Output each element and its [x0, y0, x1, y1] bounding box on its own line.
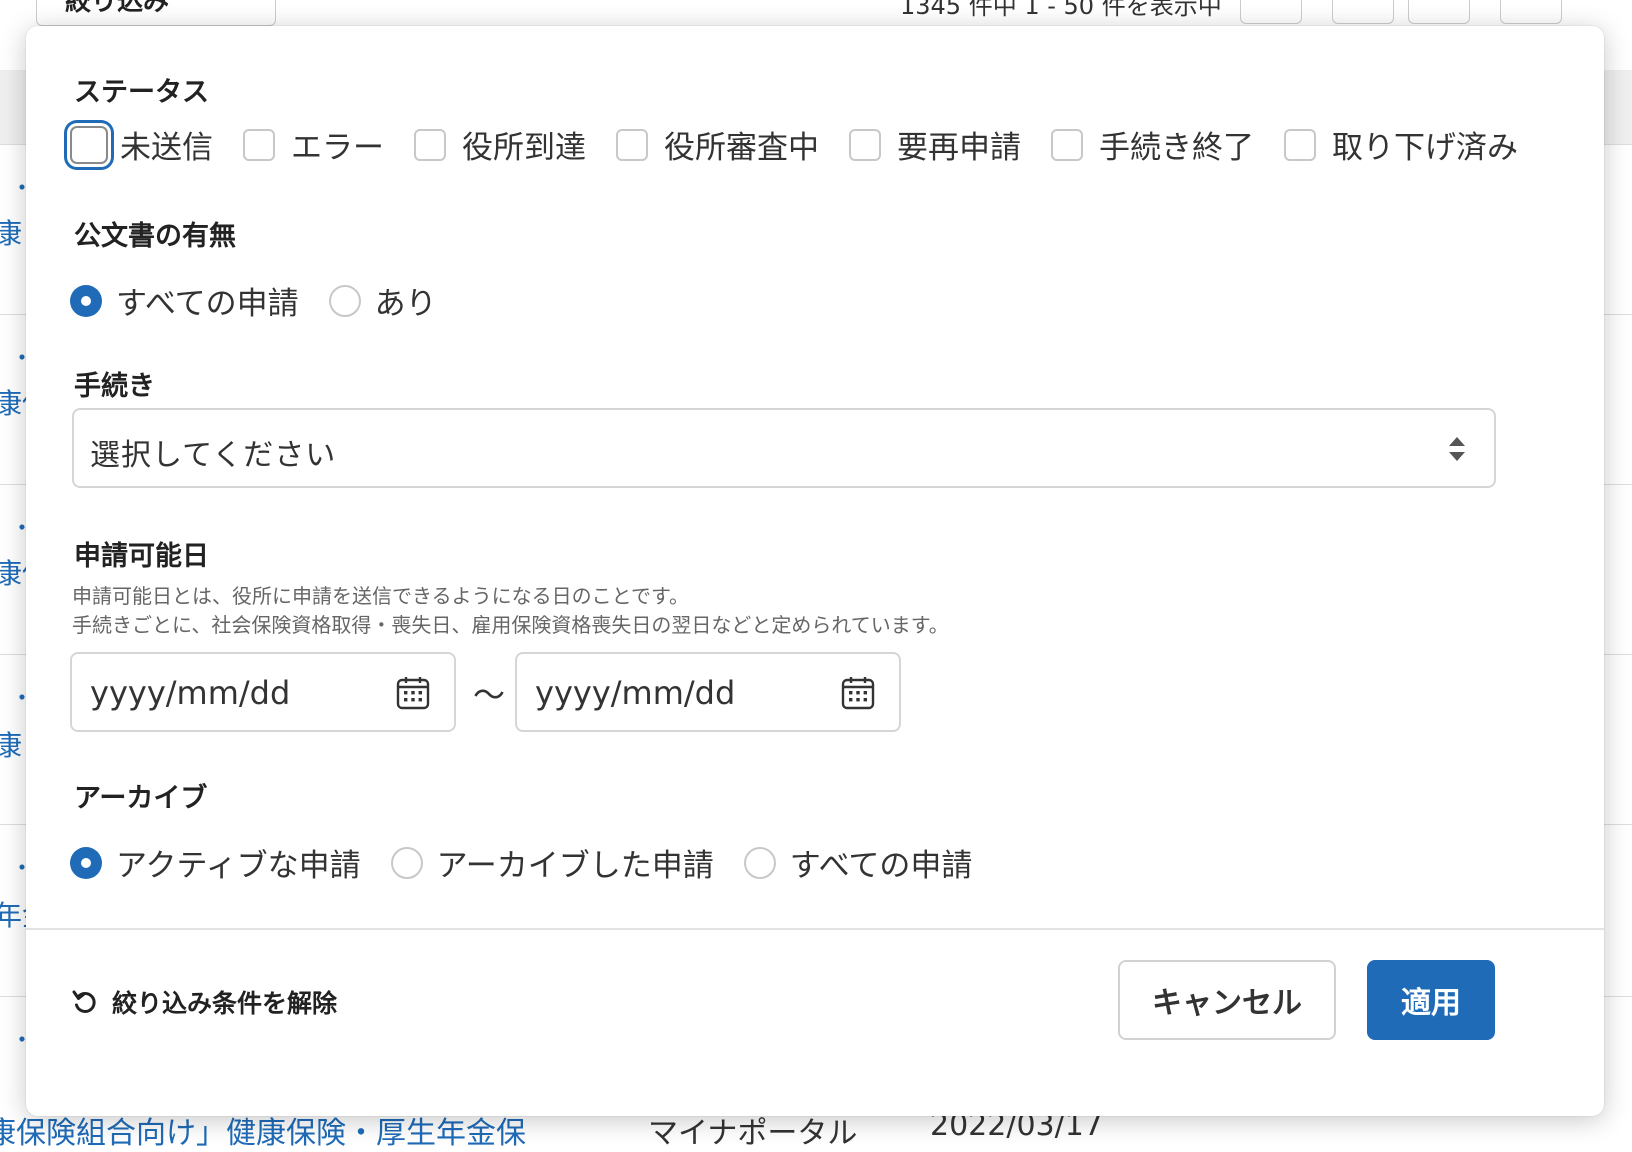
archive-option-active[interactable]: アクティブな申請 [70, 840, 361, 885]
archive-radio-group: アクティブな申請 アーカイブした申請 すべての申請 [70, 840, 972, 885]
radio-button-selected[interactable] [70, 846, 102, 879]
undo-icon [72, 990, 96, 1013]
procedure-section-title: 手続き [74, 371, 155, 402]
status-option-error[interactable]: エラー [243, 122, 384, 167]
table-row-link[interactable]: 康 [0, 212, 22, 252]
status-option-under-review[interactable]: 役所審査中 [616, 122, 819, 167]
status-option-withdrawn[interactable]: 取り下げ済み [1284, 122, 1518, 167]
status-option-resubmit-required[interactable]: 要再申請 [849, 122, 1021, 167]
date-from-input[interactable]: yyyy/mm/dd [70, 652, 456, 732]
radio-button[interactable] [743, 846, 776, 879]
status-option-completed[interactable]: 手続き終了 [1051, 122, 1254, 167]
calendar-icon[interactable] [396, 676, 430, 710]
checkbox[interactable] [616, 128, 648, 161]
radio-label: すべての申請 [116, 286, 299, 322]
archive-section-title: アーカイブ [74, 783, 208, 814]
available-date-help-line1: 申請可能日とは、役所に申請を送信できるようになる日のことです。 [72, 584, 689, 608]
official-doc-radio-group: すべての申請 あり [70, 278, 437, 323]
available-date-help-line2: 手続きごとに、社会保険資格取得・喪失日、雇用保険資格喪失日の翌日などと定められて… [72, 613, 949, 637]
procedure-select[interactable]: 選択してください [72, 408, 1496, 488]
archive-option-all[interactable]: すべての申請 [743, 840, 973, 885]
checkbox-label: 役所到達 [462, 130, 586, 166]
status-checkbox-group: 未送信 エラー 役所到達 役所審査中 要再申請 手続き終了 取り下げ済み [70, 122, 1518, 167]
official-doc-option-all[interactable]: すべての申請 [70, 278, 299, 323]
pager-prev-button[interactable] [1332, 0, 1394, 24]
pager-next-button[interactable] [1408, 0, 1470, 24]
result-range-text: 1345 件中 1 - 50 件を表示中 [900, 0, 1222, 20]
radio-label: すべての申請 [789, 848, 973, 884]
date-from-placeholder: yyyy/mm/dd [90, 674, 291, 712]
date-range-separator: 〜 [473, 676, 506, 714]
checkbox[interactable] [1284, 128, 1316, 161]
available-date-section-title: 申請可能日 [74, 541, 209, 572]
checkbox-label: エラー [291, 130, 384, 166]
official-doc-section-title: 公文書の有無 [74, 221, 236, 252]
radio-button[interactable] [328, 284, 361, 317]
filter-button[interactable]: 絞り込み [36, 0, 276, 26]
date-to-placeholder: yyyy/mm/dd [535, 674, 736, 712]
official-doc-option-yes[interactable]: あり [328, 278, 437, 323]
radio-button[interactable] [390, 846, 423, 879]
checkbox[interactable] [414, 128, 446, 161]
apply-button[interactable]: 適用 [1367, 960, 1495, 1040]
sort-arrows-icon [1449, 437, 1465, 461]
checkbox-label: 役所審査中 [664, 130, 819, 166]
checkbox-label: 未送信 [120, 130, 213, 166]
date-to-input[interactable]: yyyy/mm/dd [515, 652, 901, 732]
reset-filters-link[interactable]: 絞り込み条件を解除 [72, 984, 337, 1020]
radio-label: アクティブな申請 [116, 848, 361, 884]
status-option-unsent[interactable]: 未送信 [70, 122, 213, 167]
checkbox[interactable] [70, 125, 108, 164]
radio-label: アーカイブした申請 [436, 848, 714, 884]
calendar-icon[interactable] [841, 676, 875, 710]
checkbox[interactable] [243, 128, 275, 161]
status-section-title: ステータス [74, 77, 209, 108]
pager-last-button[interactable] [1500, 0, 1562, 24]
table-row-link[interactable]: 康 [0, 724, 22, 764]
checkbox-label: 要再申請 [897, 130, 1021, 166]
filter-modal: ステータス 未送信 エラー 役所到達 役所審査中 要再申請 手続き終了 取り下げ… [26, 26, 1604, 1116]
status-option-office-reached[interactable]: 役所到達 [414, 122, 586, 167]
radio-button-selected[interactable] [70, 284, 102, 317]
filter-button-label: 絞り込み [65, 0, 170, 17]
procedure-select-value: 選択してください [90, 438, 337, 473]
checkbox-label: 取り下げ済み [1332, 130, 1518, 166]
archive-option-archived[interactable]: アーカイブした申請 [390, 840, 714, 885]
pager-first-button[interactable] [1240, 0, 1302, 24]
cancel-button[interactable]: キャンセル [1118, 960, 1336, 1040]
radio-label: あり [374, 286, 437, 322]
footer-divider [26, 928, 1604, 930]
checkbox[interactable] [1051, 128, 1083, 161]
checkbox-label: 手続き終了 [1099, 130, 1254, 166]
checkbox[interactable] [849, 128, 881, 161]
reset-filters-label: 絞り込み条件を解除 [112, 989, 338, 1018]
